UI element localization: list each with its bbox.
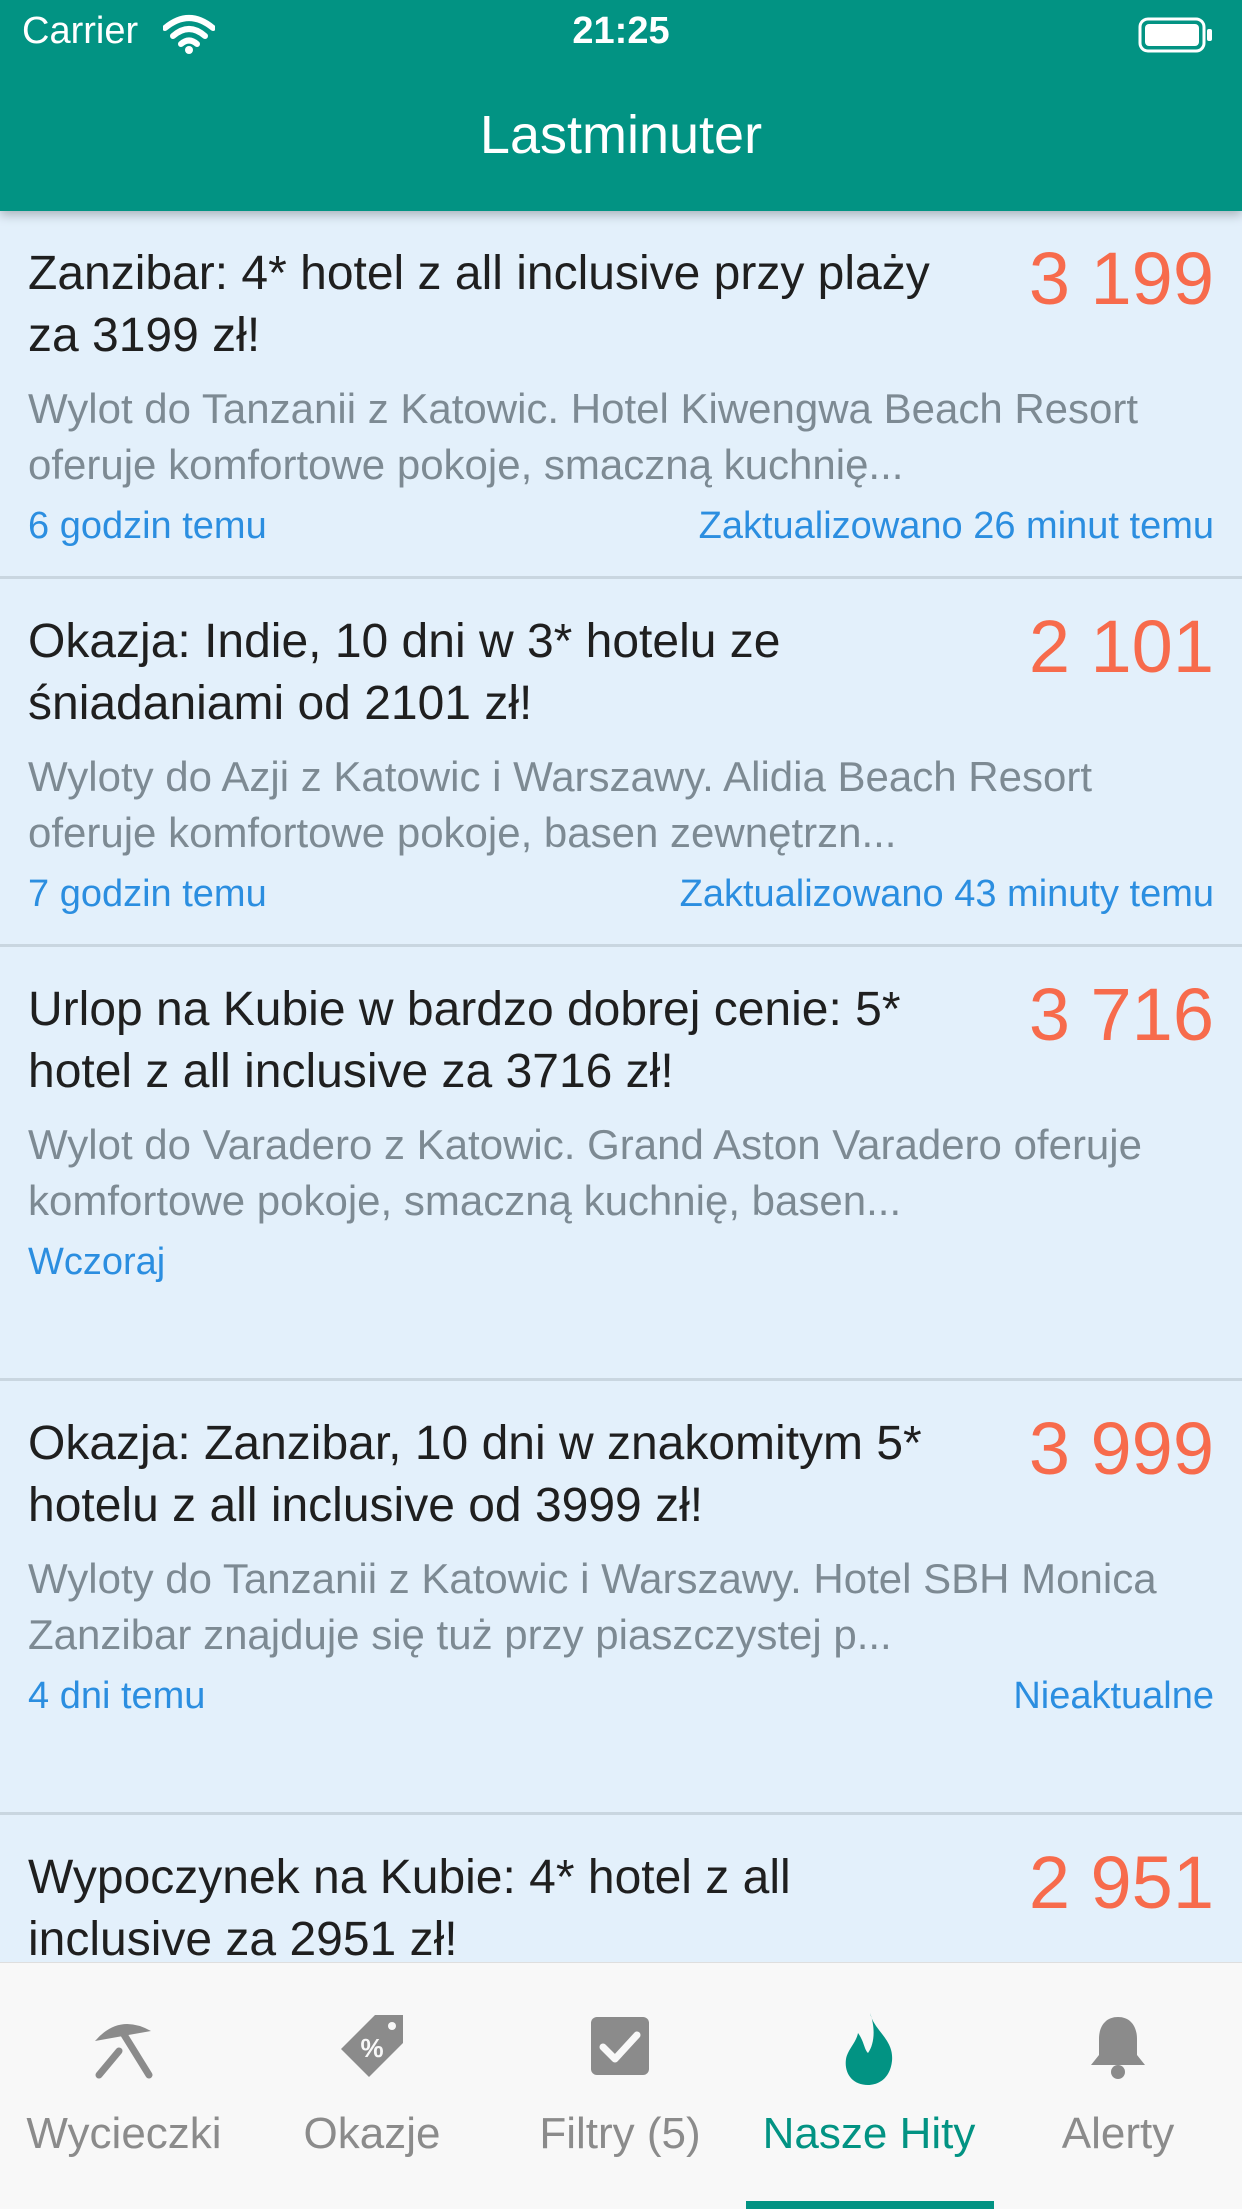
deal-description: Wyloty do Azji z Katowic i Warszawy. Ali… [28,753,1092,856]
tab-label: Alerty [1061,2109,1175,2158]
deal-card[interactable]: Okazja: Zanzibar, 10 dni w znakomitym 5*… [0,1381,1242,1815]
deal-title: Urlop na Kubie w bardzo dobrej cenie: 5*… [28,983,901,1098]
tab-nasze-hity[interactable]: Nasze Hity [744,1963,994,2209]
deal-card[interactable]: Zanzibar: 4* hotel z all inclusive przy … [0,211,1242,579]
deal-updated-status: Nieaktualne [1013,1675,1214,1717]
tag-icon: % [337,2011,407,2086]
svg-text:%: % [360,2033,383,2063]
page-title: Lastminuter [479,105,763,165]
deal-title: Zanzibar: 4* hotel z all inclusive przy … [28,247,930,362]
deal-title: Okazja: Zanzibar, 10 dni w znakomitym 5*… [28,1417,922,1532]
deal-price: 2 951 [1028,1841,1214,1924]
deal-posted-time: Wczoraj [28,1241,166,1283]
deal-posted-time: 4 dni temu [28,1675,206,1717]
deal-posted-time: 6 godzin temu [28,505,267,547]
umbrella-icon [89,2011,159,2086]
deal-title: Okazja: Indie, 10 dni w 3* hotelu ze śni… [28,615,781,730]
deal-updated-status: Zaktualizowano 26 minut temu [698,505,1214,547]
deal-title: Wypoczynek na Kubie: 4* hotel z all incl… [28,1851,791,1962]
tab-label: Nasze Hity [762,2109,976,2158]
deal-updated-status: Zaktualizowano 43 minuty temu [679,873,1214,915]
deals-list[interactable]: Zanzibar: 4* hotel z all inclusive przy … [0,211,1242,1962]
deal-card[interactable]: Wypoczynek na Kubie: 4* hotel z all incl… [0,1815,1242,1962]
tab-wycieczki[interactable]: Wycieczki [0,1963,248,2209]
deal-description: Wylot do Varadero z Katowic. Grand Aston… [28,1121,1142,1224]
tab-label: Wycieczki [26,2109,222,2158]
tab-label: Filtry (5) [539,2109,701,2158]
deal-price: 2 101 [1028,605,1214,688]
deal-card[interactable]: Urlop na Kubie w bardzo dobrej cenie: 5*… [0,947,1242,1381]
tab-okazje[interactable]: % Okazje [248,1963,496,2209]
flame-icon [834,2011,904,2092]
bell-icon [1083,2011,1153,2086]
deal-card[interactable]: Okazja: Indie, 10 dni w 3* hotelu ze śni… [0,579,1242,947]
tab-bar: Wycieczki % Okazje Filtry (5) Nasze Hity [0,1962,1242,2209]
deal-posted-time: 7 godzin temu [28,873,267,915]
tab-alerty[interactable]: Alerty [994,1963,1242,2209]
status-time: 21:25 [572,10,670,52]
tab-label: Okazje [303,2109,441,2158]
status-bar: Carrier 21:25 [0,0,1242,66]
deal-price: 3 716 [1028,973,1214,1056]
tab-filtry[interactable]: Filtry (5) [496,1963,744,2209]
battery-icon [1138,17,1214,58]
deal-description: Wyloty do Tanzanii z Katowic i Warszawy.… [28,1555,1157,1658]
deal-price: 3 999 [1028,1407,1214,1490]
deal-description: Wylot do Tanzanii z Katowic. Hotel Kiwen… [28,385,1139,488]
checkbox-icon [585,2011,655,2086]
deal-price: 3 199 [1028,237,1214,320]
app-header: Carrier 21:25 Lastminuter [0,0,1242,211]
